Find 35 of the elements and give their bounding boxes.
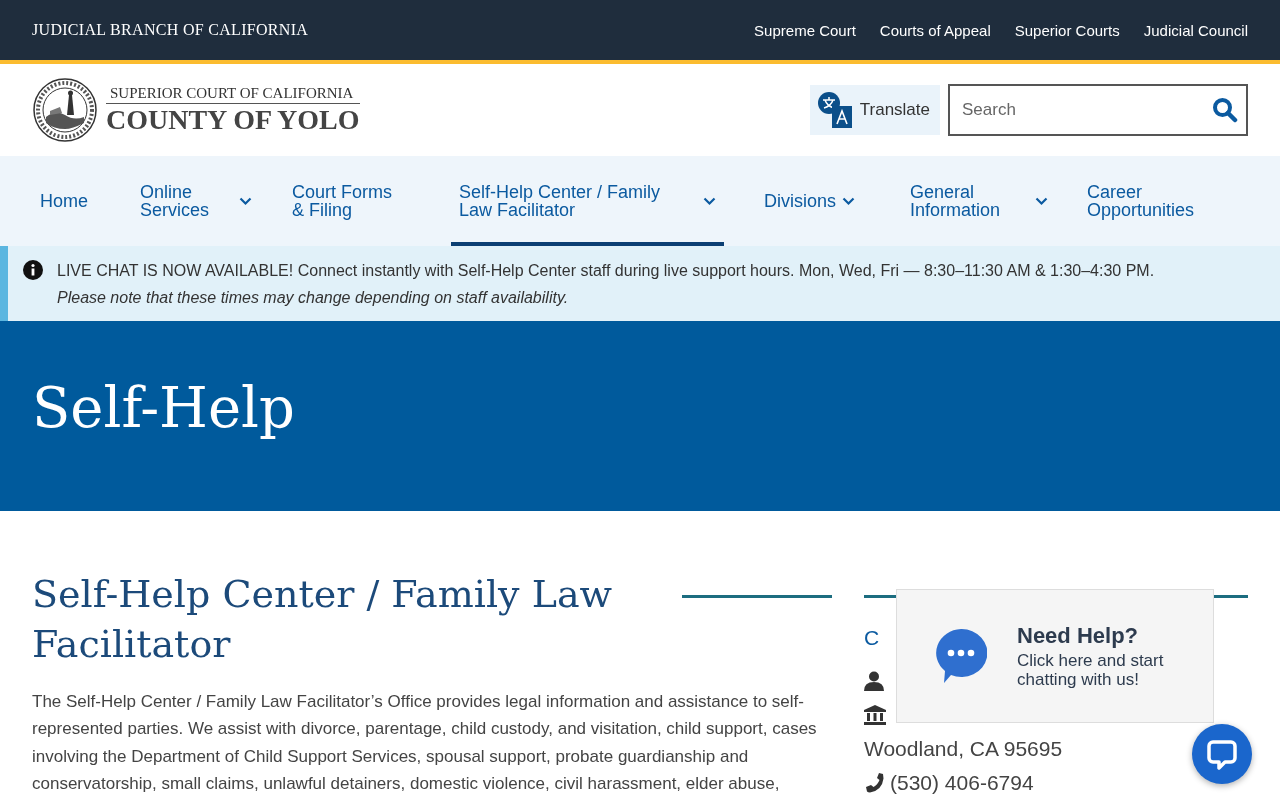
contact-text: (530) 406-6794 (890, 771, 1034, 795)
top-link[interactable]: Judicial Council (1143, 21, 1248, 39)
translate-button[interactable]: Translate (809, 85, 940, 135)
person-icon (864, 671, 884, 691)
chat-prompt: Click here and start chatting with us! (1017, 651, 1165, 689)
seal-icon (32, 77, 98, 143)
chat-popup[interactable]: Need Help? Click here and start chatting with us! (896, 589, 1214, 723)
section-heading: Self-Help Center / Family Law Facilitator (32, 571, 614, 668)
page-title: Self-Help (32, 374, 295, 440)
nav-link[interactable]: General Information (902, 156, 1056, 246)
info-icon (23, 260, 43, 280)
nav-link[interactable]: Online Services (132, 156, 260, 246)
top-link[interactable]: Courts of Appeal (879, 21, 991, 39)
phone-icon (864, 773, 884, 793)
search-field[interactable]: Search (948, 84, 1248, 136)
chat-button[interactable] (1192, 724, 1252, 784)
search-icon[interactable] (1212, 97, 1238, 123)
contact-text: Woodland, CA 95695 (864, 737, 1063, 761)
nav-link[interactable]: Court Forms & Filing (284, 156, 436, 246)
contact-heading: C (864, 626, 880, 650)
translate-icon (817, 92, 852, 128)
chat-icon (1206, 738, 1238, 770)
nav-link[interactable]: Divisions (756, 156, 878, 246)
intro-paragraph: The Self-Help Center / Family Law Facilitator’s Office provides legal information and assistance to self-represented parties. We assist with divorce, parentage, child custody, and visitation, child support, cases involving the Department of Child Support Services, spousal support, probate guardianship and conservatorship, small claims, unlawful detainers, domestic violence, civil harassment, elder abuse, (32, 691, 818, 796)
chat-bubble-icon (935, 629, 987, 683)
top-link[interactable]: Supreme Court (754, 21, 856, 39)
building-icon (864, 705, 886, 725)
chat-title: Need Help? (1017, 623, 1140, 649)
nav-link[interactable]: Home (32, 156, 132, 246)
nav-link[interactable]: Career Opportunities (1079, 156, 1248, 246)
county-name: COUNTY OF YOLO (106, 103, 360, 136)
top-link[interactable]: Superior Courts (1014, 21, 1120, 39)
site-title: JUDICIAL BRANCH OF CALIFORNIA (32, 21, 309, 39)
court-name: SUPERIOR COURT OF CALIFORNIA (106, 84, 360, 104)
alert-message: LIVE CHAT IS NOW AVAILABLE! Connect instantly with Self-Help Center staff during live support hours. Mon, Wed, Fri — 8:30–11:30 AM & 1:30–4:30 PM. Please note that these times may change depending on staff availability. (57, 261, 1156, 308)
